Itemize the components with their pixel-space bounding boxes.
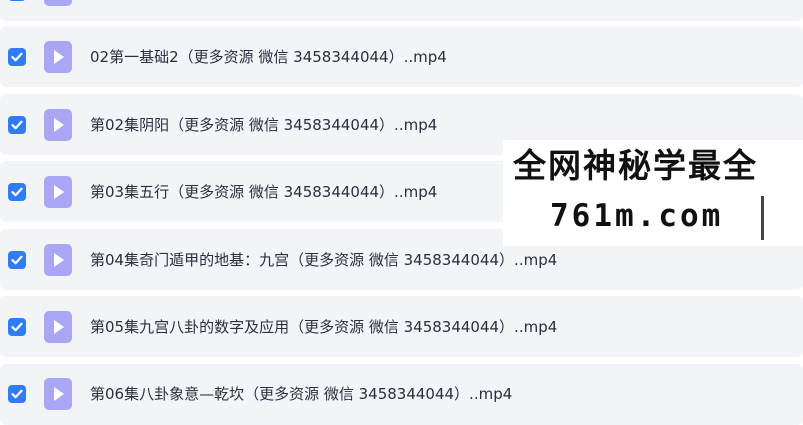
file-name[interactable]: 第02集阴阳（更多资源 微信 3458344044）..mp4 <box>90 115 437 135</box>
file-name[interactable]: 02第一基础2（更多资源 微信 3458344044）..mp4 <box>90 47 447 67</box>
checkmark-icon <box>11 322 23 332</box>
checkbox[interactable] <box>8 251 26 269</box>
video-file-icon <box>44 109 72 141</box>
checkmark-icon <box>11 120 23 130</box>
watermark-title: 全网神秘学最全 <box>513 146 758 185</box>
file-name[interactable]: 第05集九宫八卦的数字及应用（更多资源 微信 3458344044）..mp4 <box>90 317 557 337</box>
file-name[interactable]: 第04集奇门遁甲的地基：九宫（更多资源 微信 3458344044）..mp4 <box>90 250 557 270</box>
checkbox[interactable] <box>8 318 26 336</box>
checkmark-icon <box>11 52 23 62</box>
video-file-icon <box>44 0 72 6</box>
checkmark-icon <box>11 255 23 265</box>
list-item[interactable]: 第06集八卦象意—乾坎（更多资源 微信 3458344044）..mp4 <box>0 364 803 425</box>
checkmark-icon <box>11 389 23 399</box>
checkbox[interactable] <box>8 0 26 1</box>
watermark-url: 761m.com <box>550 198 724 234</box>
watermark-overlay: 全网神秘学最全 761m.com <box>503 140 803 246</box>
checkmark-icon <box>11 187 23 197</box>
video-file-icon <box>44 176 72 208</box>
file-name[interactable]: 第06集八卦象意—乾坎（更多资源 微信 3458344044）..mp4 <box>90 384 512 404</box>
video-file-icon <box>44 41 72 73</box>
file-name[interactable]: 第03集五行（更多资源 微信 3458344044）..mp4 <box>90 182 437 202</box>
checkbox[interactable] <box>8 116 26 134</box>
list-item[interactable] <box>0 0 803 21</box>
video-file-icon <box>44 311 72 343</box>
checkbox[interactable] <box>8 48 26 66</box>
video-file-icon <box>44 244 72 276</box>
watermark-divider <box>761 196 764 240</box>
list-item[interactable]: 02第一基础2（更多资源 微信 3458344044）..mp4 <box>0 26 803 87</box>
checkbox[interactable] <box>8 385 26 403</box>
list-item[interactable]: 第05集九宫八卦的数字及应用（更多资源 微信 3458344044）..mp4 <box>0 296 803 357</box>
checkbox[interactable] <box>8 183 26 201</box>
video-file-icon <box>44 378 72 410</box>
